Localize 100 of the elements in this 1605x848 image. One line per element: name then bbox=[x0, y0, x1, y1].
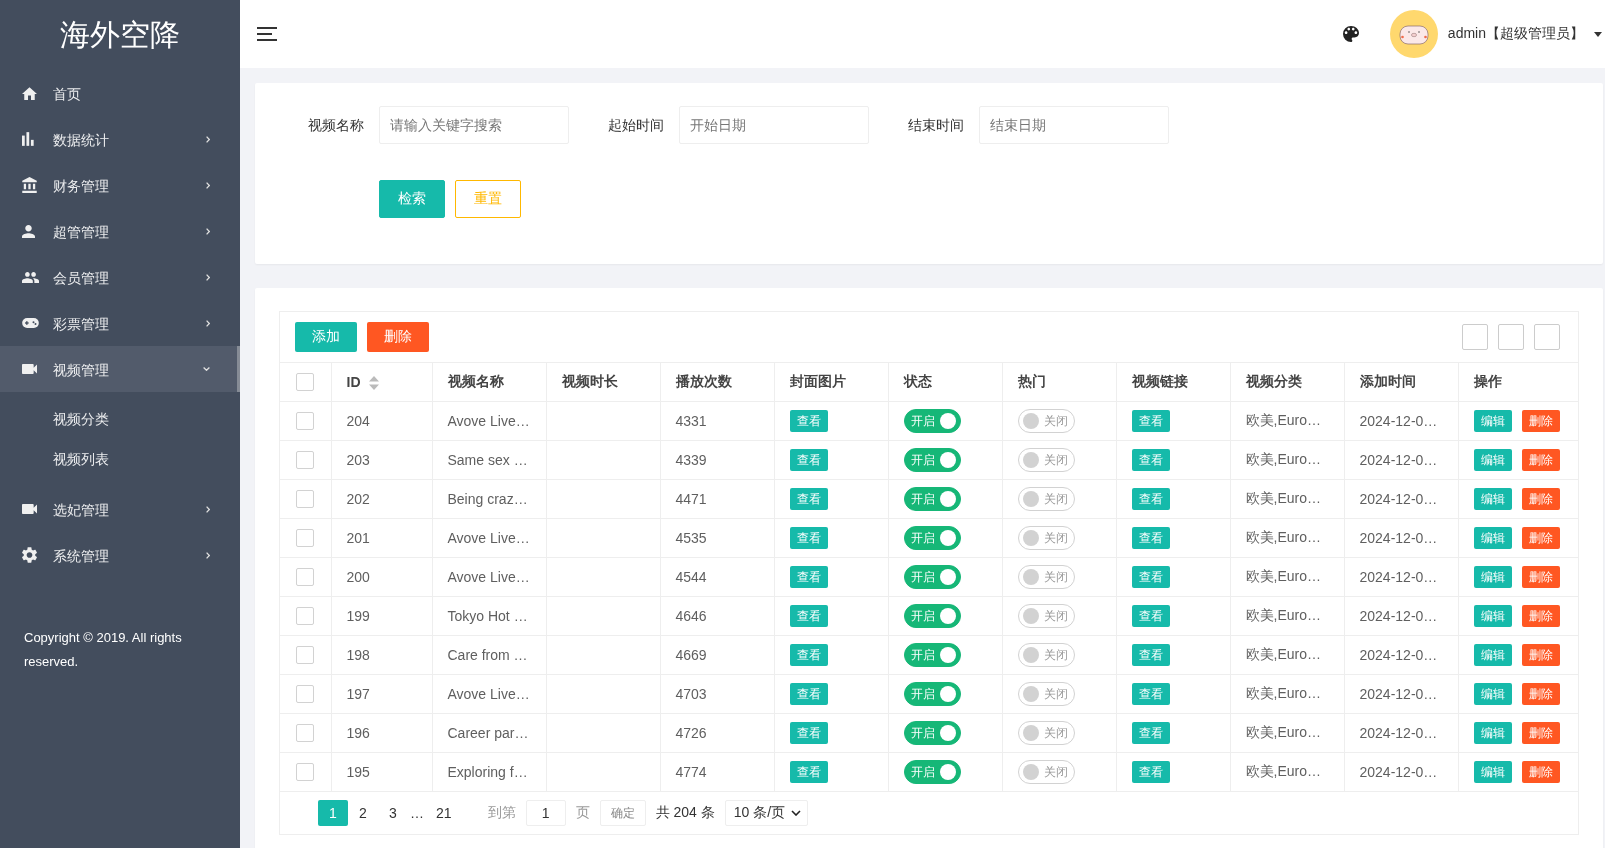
sidebar-item[interactable]: 会员管理 bbox=[0, 254, 240, 300]
hot-switch[interactable]: 关闭 bbox=[1017, 682, 1075, 706]
row-checkbox[interactable] bbox=[296, 685, 315, 704]
edit-button[interactable]: 编辑 bbox=[1473, 761, 1512, 783]
row-checkbox[interactable] bbox=[296, 763, 315, 782]
row-checkbox[interactable] bbox=[296, 529, 315, 548]
sidebar-subitem[interactable]: 视频列表 bbox=[0, 439, 240, 479]
hot-switch[interactable]: 关闭 bbox=[1017, 409, 1075, 433]
search-field[interactable]: 开始日期 bbox=[679, 106, 869, 144]
page-link[interactable]: 1 bbox=[318, 800, 348, 826]
sidebar-item[interactable]: 数据统计 bbox=[0, 116, 240, 162]
view-cover-button[interactable]: 查看 bbox=[789, 566, 828, 588]
view-cover-button[interactable]: 查看 bbox=[789, 761, 828, 783]
view-link-button[interactable]: 查看 bbox=[1131, 410, 1170, 432]
view-cover-button[interactable]: 查看 bbox=[789, 722, 828, 744]
sidebar-item[interactable]: 系统管理 bbox=[0, 532, 240, 578]
view-link-button[interactable]: 查看 bbox=[1131, 605, 1170, 627]
hot-switch[interactable]: 关闭 bbox=[1017, 604, 1075, 628]
sidebar-item[interactable]: 视频管理 bbox=[0, 346, 240, 392]
view-link-button[interactable]: 查看 bbox=[1131, 722, 1170, 744]
sidebar-item[interactable]: 首页 bbox=[0, 70, 240, 116]
hot-switch[interactable]: 关闭 bbox=[1017, 526, 1075, 550]
toolbar-button[interactable] bbox=[1462, 324, 1488, 350]
hot-switch[interactable]: 关闭 bbox=[1017, 448, 1075, 472]
page-link[interactable]: 3 bbox=[378, 800, 408, 826]
view-link-button[interactable]: 查看 bbox=[1131, 488, 1170, 510]
view-link-button[interactable]: 查看 bbox=[1131, 761, 1170, 783]
caret-down-icon[interactable] bbox=[1594, 31, 1602, 37]
sidebar-subitem[interactable]: 视频分类 bbox=[0, 399, 240, 439]
hot-switch[interactable]: 关闭 bbox=[1017, 643, 1075, 667]
view-link-button[interactable]: 查看 bbox=[1131, 527, 1170, 549]
menu-icon[interactable] bbox=[257, 27, 277, 41]
row-checkbox[interactable] bbox=[296, 412, 315, 431]
delete-button[interactable]: 删除 bbox=[1521, 488, 1560, 510]
view-cover-button[interactable]: 查看 bbox=[789, 527, 828, 549]
page-size-select[interactable]: 10 条/页 bbox=[724, 800, 809, 826]
status-switch[interactable]: 开启 bbox=[903, 643, 961, 667]
pig-avatar-icon[interactable] bbox=[1389, 10, 1438, 58]
status-switch[interactable]: 开启 bbox=[903, 409, 961, 433]
delete-button[interactable]: 删除 bbox=[367, 322, 429, 352]
delete-button[interactable]: 删除 bbox=[1521, 683, 1560, 705]
delete-button[interactable]: 删除 bbox=[1521, 722, 1560, 744]
status-switch[interactable]: 开启 bbox=[903, 604, 961, 628]
row-checkbox[interactable] bbox=[296, 724, 315, 743]
edit-button[interactable]: 编辑 bbox=[1473, 605, 1512, 627]
palette-icon[interactable] bbox=[1342, 26, 1359, 42]
delete-button[interactable]: 删除 bbox=[1521, 566, 1560, 588]
edit-button[interactable]: 编辑 bbox=[1473, 449, 1512, 471]
search-field[interactable]: 结束日期 bbox=[979, 106, 1169, 144]
delete-button[interactable]: 删除 bbox=[1521, 605, 1560, 627]
status-switch[interactable]: 开启 bbox=[903, 487, 961, 511]
search-field[interactable]: 请输入关键字搜索 bbox=[379, 106, 569, 144]
hot-switch[interactable]: 关闭 bbox=[1017, 721, 1075, 745]
row-checkbox[interactable] bbox=[296, 451, 315, 470]
row-checkbox[interactable] bbox=[296, 490, 315, 509]
delete-button[interactable]: 删除 bbox=[1521, 410, 1560, 432]
page-input[interactable]: 1 bbox=[525, 800, 566, 826]
hot-switch[interactable]: 关闭 bbox=[1017, 565, 1075, 589]
view-cover-button[interactable]: 查看 bbox=[789, 683, 828, 705]
edit-button[interactable]: 编辑 bbox=[1473, 683, 1512, 705]
view-link-button[interactable]: 查看 bbox=[1131, 566, 1170, 588]
user-name[interactable]: admin【超级管理员】 bbox=[1447, 25, 1584, 43]
add-button[interactable]: 添加 bbox=[295, 322, 357, 352]
view-cover-button[interactable]: 查看 bbox=[789, 644, 828, 666]
row-checkbox[interactable] bbox=[296, 607, 315, 626]
delete-button[interactable]: 删除 bbox=[1521, 527, 1560, 549]
delete-button[interactable]: 删除 bbox=[1521, 761, 1560, 783]
page-link[interactable]: 21 bbox=[426, 800, 462, 826]
status-switch[interactable]: 开启 bbox=[903, 721, 961, 745]
row-checkbox[interactable] bbox=[296, 646, 315, 665]
confirm-button[interactable]: 确定 bbox=[599, 800, 646, 826]
view-cover-button[interactable]: 查看 bbox=[789, 410, 828, 432]
status-switch[interactable]: 开启 bbox=[903, 526, 961, 550]
edit-button[interactable]: 编辑 bbox=[1473, 488, 1512, 510]
view-link-button[interactable]: 查看 bbox=[1131, 644, 1170, 666]
view-link-button[interactable]: 查看 bbox=[1131, 449, 1170, 471]
status-switch[interactable]: 开启 bbox=[903, 682, 961, 706]
view-cover-button[interactable]: 查看 bbox=[789, 449, 828, 471]
row-checkbox[interactable] bbox=[296, 568, 315, 587]
status-switch[interactable]: 开启 bbox=[903, 760, 961, 784]
edit-button[interactable]: 编辑 bbox=[1473, 566, 1512, 588]
edit-button[interactable]: 编辑 bbox=[1473, 644, 1512, 666]
status-switch[interactable]: 开启 bbox=[903, 448, 961, 472]
toolbar-button[interactable] bbox=[1498, 324, 1524, 350]
sidebar-item[interactable]: 财务管理 bbox=[0, 162, 240, 208]
delete-button[interactable]: 删除 bbox=[1521, 644, 1560, 666]
page-link[interactable]: 2 bbox=[348, 800, 378, 826]
sidebar-item[interactable]: 超管管理 bbox=[0, 208, 240, 254]
delete-button[interactable]: 删除 bbox=[1521, 449, 1560, 471]
reset-button[interactable]: 重置 bbox=[455, 180, 521, 218]
edit-button[interactable]: 编辑 bbox=[1473, 722, 1512, 744]
header-checkbox[interactable] bbox=[296, 373, 315, 392]
toolbar-button[interactable] bbox=[1534, 324, 1560, 350]
status-switch[interactable]: 开启 bbox=[903, 565, 961, 589]
hot-switch[interactable]: 关闭 bbox=[1017, 487, 1075, 511]
hot-switch[interactable]: 关闭 bbox=[1017, 760, 1075, 784]
view-cover-button[interactable]: 查看 bbox=[789, 605, 828, 627]
sidebar-item[interactable]: 选妃管理 bbox=[0, 486, 240, 532]
view-link-button[interactable]: 查看 bbox=[1131, 683, 1170, 705]
sidebar-item[interactable]: 彩票管理 bbox=[0, 300, 240, 346]
